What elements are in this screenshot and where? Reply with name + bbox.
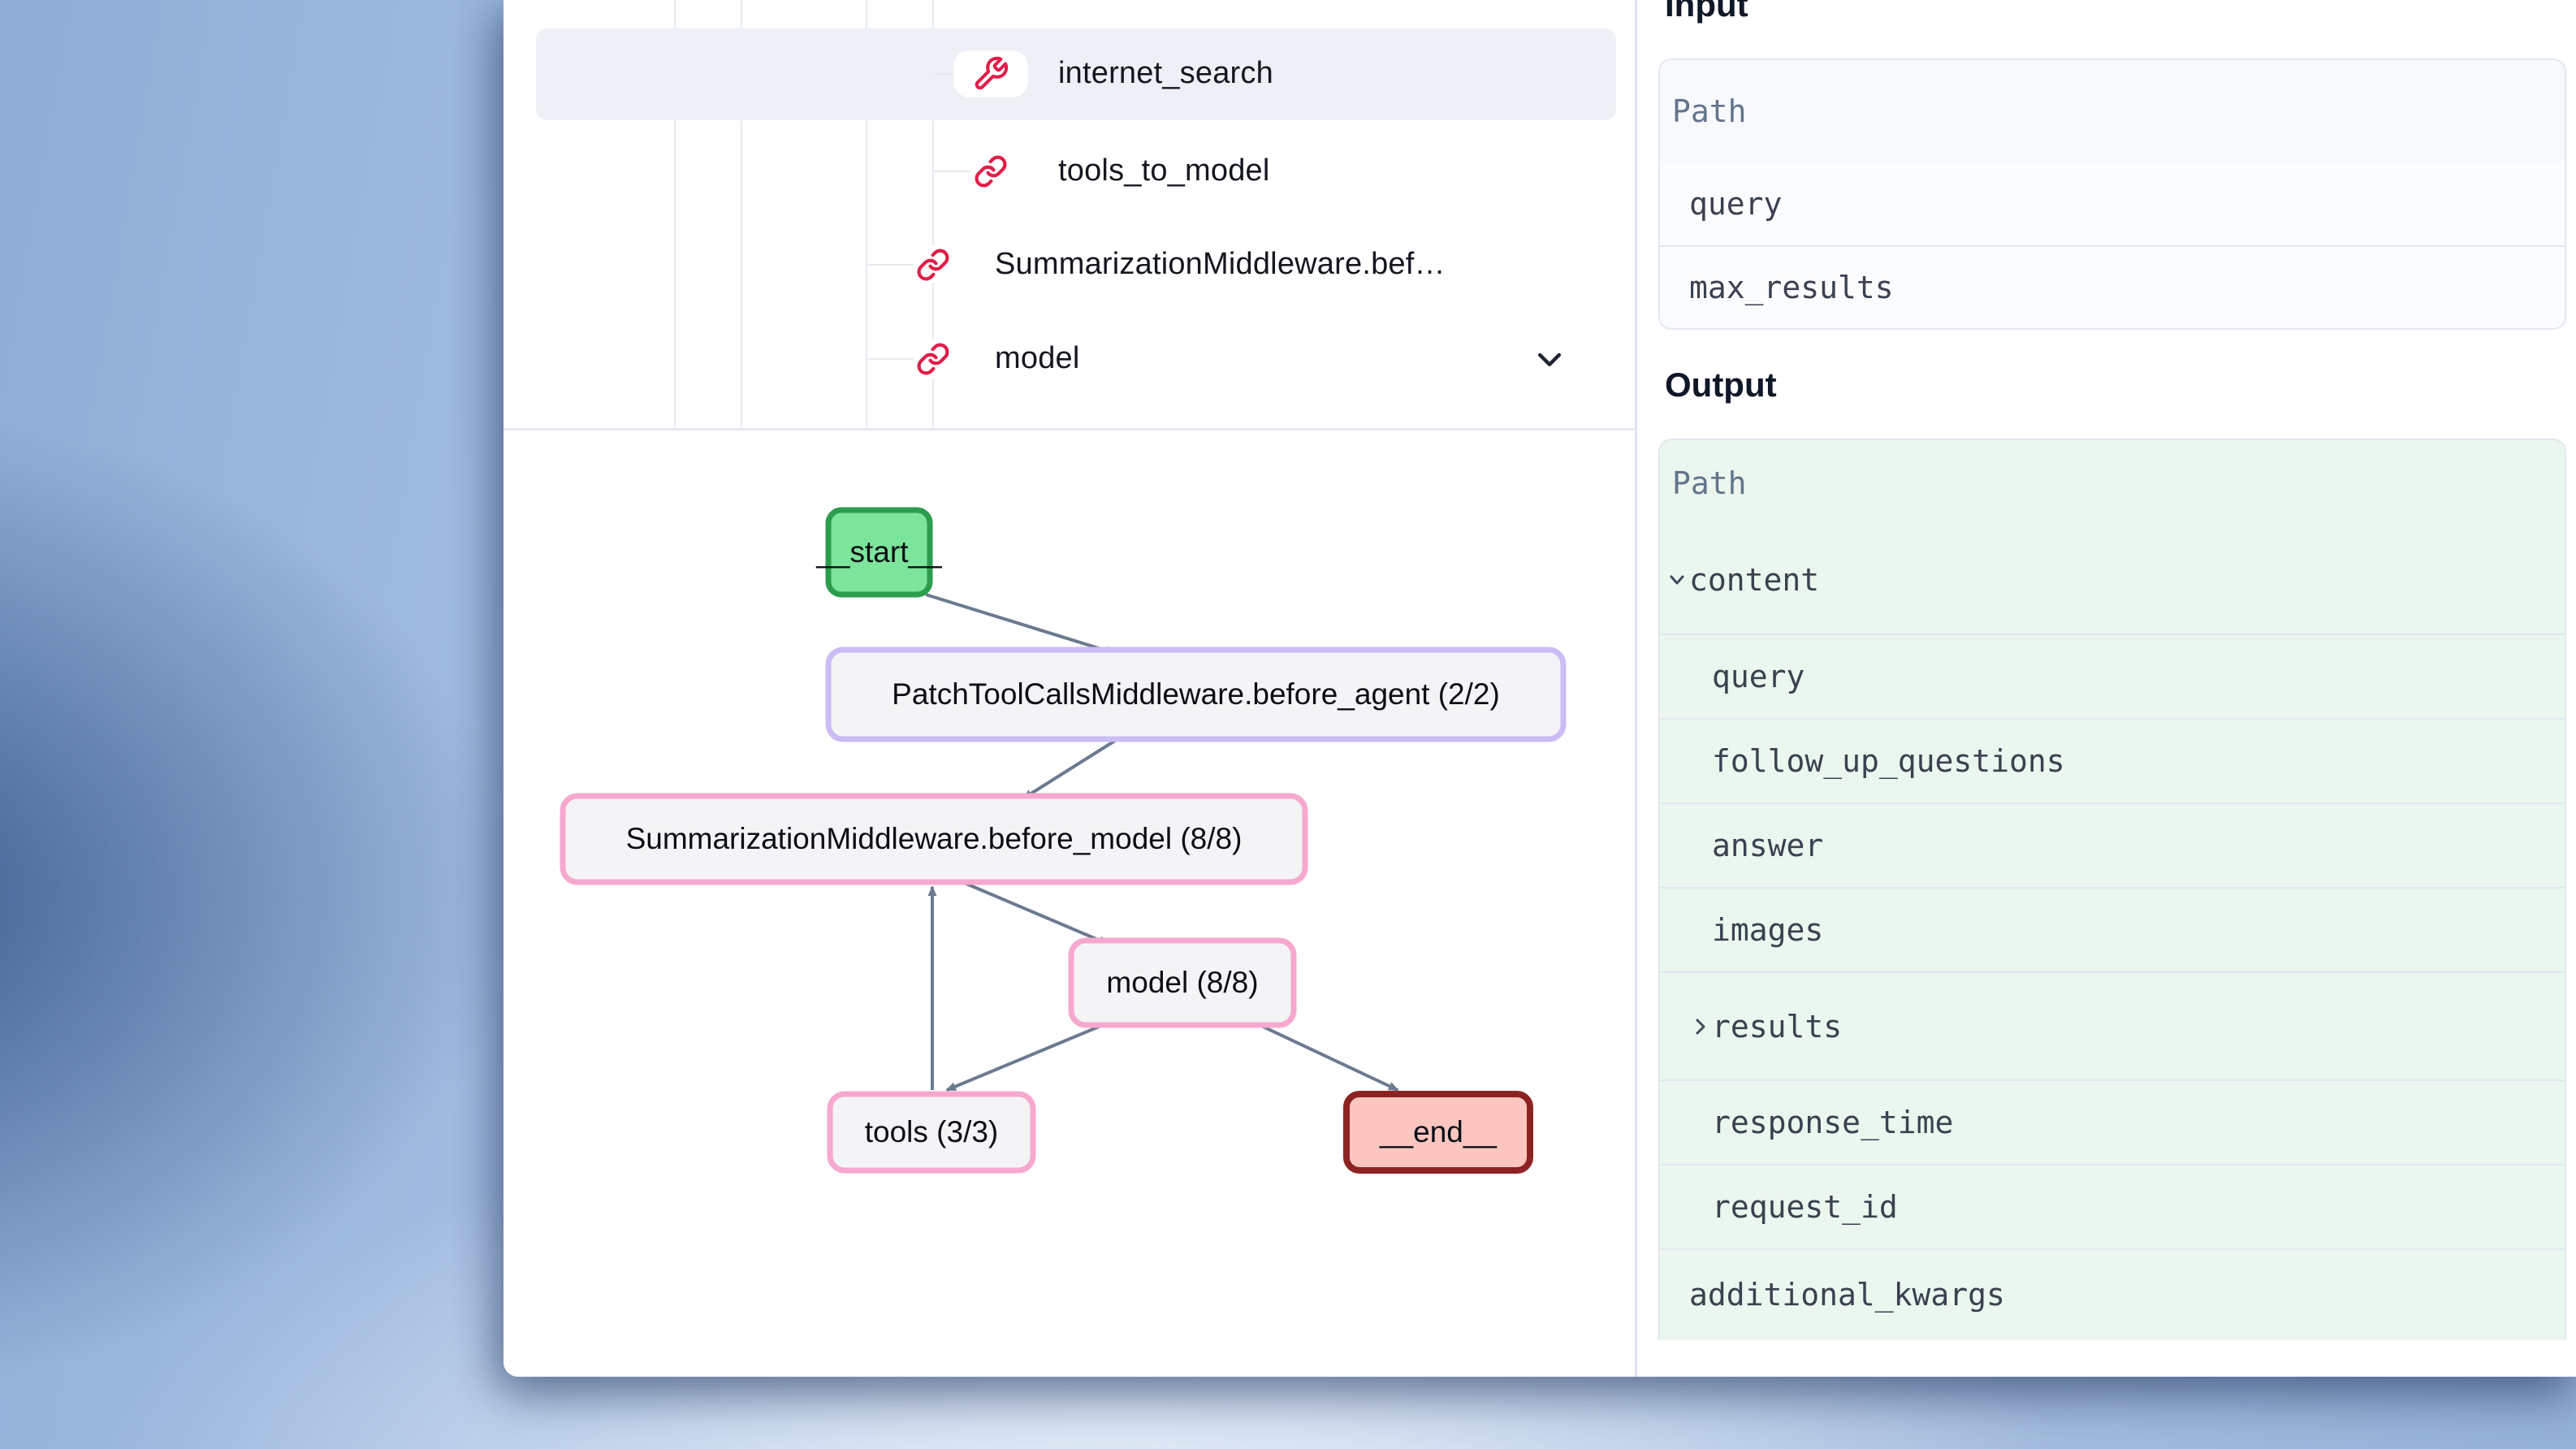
input-row-query[interactable]: query: [1660, 162, 2565, 245]
graph-node-patch[interactable]: PatchToolCallsMiddleware.before_agent (2…: [828, 650, 1563, 739]
io-inspector-panel: Input Path query max_results Output Path …: [1637, 0, 2576, 1377]
graph-node-tools[interactable]: tools (3/3): [830, 1094, 1033, 1170]
path-cell: query: [1712, 659, 1804, 694]
path-cell: response_time: [1712, 1105, 1953, 1140]
tree-row-model[interactable]: model: [504, 322, 1635, 396]
tool-wrench-icon: [953, 50, 1028, 97]
chevron-down-icon[interactable]: [1666, 569, 1688, 590]
output-row-answer[interactable]: answer: [1660, 802, 2565, 887]
input-path-header: Path: [1660, 60, 2565, 162]
desktop: { "trace_panel": { "items": [ {"label": …: [0, 0, 2576, 1449]
output-row-content[interactable]: content: [1660, 526, 2565, 634]
chevron-right-icon[interactable]: [1689, 1016, 1710, 1037]
chain-link-icon: [914, 246, 952, 283]
tree-connector: [866, 358, 914, 360]
input-row-max_results[interactable]: max_results: [1660, 245, 2565, 328]
tree-connector: [932, 171, 971, 172]
graph-node-label: PatchToolCallsMiddleware.before_agent (2…: [892, 677, 1500, 711]
graph-node-summ[interactable]: SummarizationMiddleware.before_model (8/…: [563, 796, 1305, 882]
tree-row-summarizationmiddleware-bef-[interactable]: SummarizationMiddleware.bef…: [504, 228, 1635, 301]
output-row-follow_up_questions[interactable]: follow_up_questions: [1660, 718, 2565, 802]
tree-row-internet-search[interactable]: internet_search: [504, 37, 1635, 110]
input-table: Path query max_results: [1658, 58, 2566, 330]
graph-node-label: __end__: [1379, 1115, 1497, 1148]
output-row-images[interactable]: images: [1660, 887, 2565, 971]
graph-edge: [926, 595, 1114, 653]
path-cell: follow_up_questions: [1712, 743, 2065, 779]
tree-row-label: internet_search: [1058, 56, 1273, 91]
input-heading: Input: [1665, 0, 1748, 24]
graph-edge: [962, 882, 1108, 944]
run-tree-and-graph-section: internet_search tools_to_model Summarizati…: [504, 0, 1635, 1377]
graph-node-start[interactable]: __start__: [815, 510, 942, 595]
chevron-down-icon[interactable]: [1532, 341, 1567, 377]
tree-row-label: SummarizationMiddleware.bef…: [995, 247, 1446, 282]
graph-node-label: tools (3/3): [865, 1115, 999, 1148]
graph-node-model[interactable]: model (8/8): [1071, 941, 1294, 1025]
chain-link-icon: [972, 153, 1009, 190]
output-row-request_id[interactable]: request_id: [1660, 1164, 2565, 1248]
graph-edge: [1023, 739, 1117, 798]
output-heading: Output: [1665, 365, 1777, 404]
agent-graph-canvas: __start__ PatchToolCallsMiddleware.before…: [504, 430, 1635, 1377]
output-row-query[interactable]: query: [1660, 634, 2565, 718]
chain-link-icon: [914, 340, 952, 378]
path-cell: query: [1689, 186, 1782, 222]
output-path-header: Path: [1660, 440, 2565, 526]
path-cell: results: [1712, 1009, 1842, 1045]
path-cell: additional_kwargs: [1689, 1277, 2005, 1313]
path-cell: request_id: [1712, 1189, 1898, 1225]
graph-node-label: __start__: [815, 535, 942, 569]
output-row-response_time[interactable]: response_time: [1660, 1079, 2565, 1164]
graph-node-label: SummarizationMiddleware.before_model (8/…: [626, 822, 1243, 855]
graph-node-end[interactable]: __end__: [1346, 1094, 1530, 1170]
graph-node-label: model (8/8): [1106, 966, 1258, 999]
tree-row-label: model: [995, 341, 1080, 376]
tree-row-label: tools_to_model: [1058, 154, 1270, 188]
output-row-results[interactable]: results: [1660, 971, 2565, 1079]
trace-window: internet_search tools_to_model Summarizati…: [504, 0, 2576, 1377]
tree-connector: [866, 264, 914, 266]
output-row-additional_kwargs[interactable]: additional_kwargs: [1660, 1248, 2565, 1339]
graph-edge: [1260, 1025, 1398, 1090]
path-cell: answer: [1712, 828, 1823, 863]
path-cell: max_results: [1689, 270, 1894, 305]
tree-row-tools-to-model[interactable]: tools_to_model: [504, 135, 1635, 208]
output-table: Path content query follow_up_questionsansw…: [1658, 439, 2566, 1340]
path-cell: images: [1712, 912, 1823, 948]
run-tree-panel: internet_search tools_to_model Summarizati…: [504, 0, 1635, 430]
path-cell: content: [1689, 562, 1819, 598]
graph-edge: [947, 1025, 1103, 1090]
